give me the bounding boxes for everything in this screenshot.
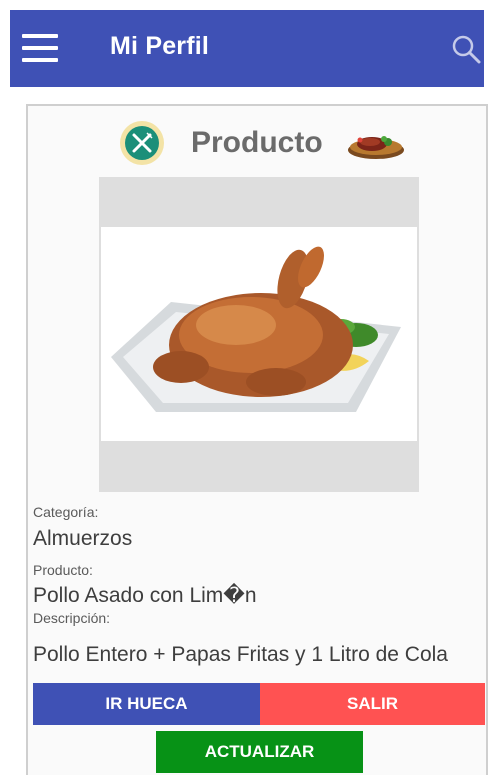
hamburger-menu-icon[interactable] (22, 34, 58, 62)
category-label: Categoría: (33, 504, 99, 520)
product-label: Producto: (33, 562, 93, 578)
description-label: Descripción: (33, 610, 111, 626)
app-bar: Mi Perfil (10, 10, 484, 87)
product-image (101, 227, 417, 441)
go-button[interactable]: IR HUECA (33, 683, 260, 725)
product-header: Producto (28, 118, 486, 168)
product-card: Producto Categoría: Almuerzos Producto: … (26, 104, 488, 775)
utensils-logo-icon (120, 121, 164, 165)
update-button[interactable]: ACTUALIZAR (156, 731, 363, 773)
app-bar-title: Mi Perfil (110, 32, 210, 60)
product-image-frame (99, 177, 419, 492)
product-value: Pollo Asado con Lim�n (33, 584, 257, 607)
steak-dish-icon (348, 136, 404, 159)
roast-chicken-image (111, 246, 401, 412)
product-header-title: Producto (191, 126, 323, 159)
category-value: Almuerzos (33, 527, 133, 550)
search-icon[interactable] (451, 34, 481, 64)
exit-button[interactable]: SALIR (260, 683, 485, 725)
description-value: Pollo Entero + Papas Fritas y 1 Litro de… (33, 643, 448, 666)
